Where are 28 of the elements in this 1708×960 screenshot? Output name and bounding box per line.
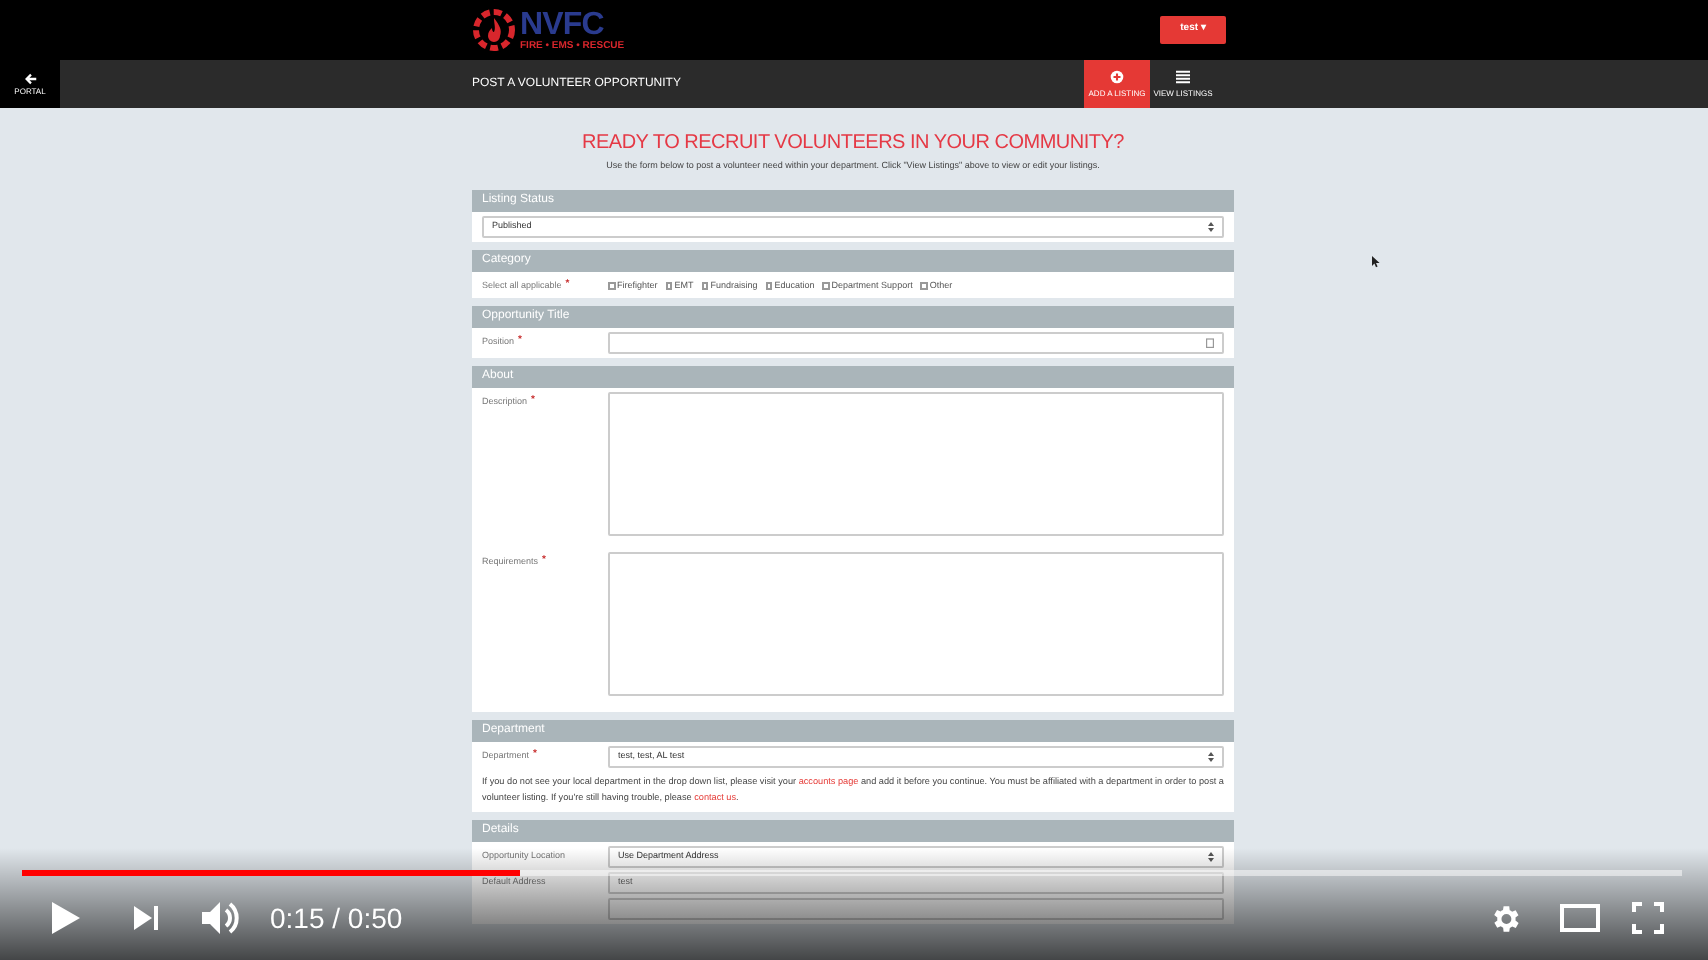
select-arrows-icon <box>1208 751 1214 761</box>
logo-text: NVFC <box>520 9 606 41</box>
play-icon[interactable] <box>52 902 80 934</box>
checkbox[interactable] <box>665 282 673 290</box>
plus-circle-icon <box>1110 69 1124 83</box>
fire-badge-icon <box>472 8 516 52</box>
select-arrows-icon <box>1208 851 1214 861</box>
input-field[interactable] <box>608 331 1224 353</box>
mouse-pointer-icon <box>1372 256 1380 268</box>
textarea-field[interactable] <box>608 391 1224 535</box>
checkbox[interactable] <box>822 282 830 290</box>
progress-track[interactable] <box>22 870 1682 876</box>
form-heading: READY TO RECRUIT VOLUNTEERS IN YOUR COMMUNITY? <box>580 134 1126 154</box>
input-field[interactable] <box>608 897 1224 919</box>
checkbox[interactable] <box>765 282 773 290</box>
checkbox[interactable] <box>701 282 709 290</box>
select-arrows-icon <box>1208 221 1214 232</box>
checkbox[interactable] <box>608 282 615 290</box>
video-time: 0:15 / 0:50 <box>270 899 403 937</box>
fullscreen-icon[interactable] <box>1632 902 1664 934</box>
theater-mode-icon[interactable] <box>1560 904 1600 932</box>
textarea-field[interactable] <box>608 551 1224 695</box>
list-icon <box>1176 69 1190 83</box>
next-icon[interactable] <box>134 906 158 930</box>
volume-icon[interactable] <box>202 900 240 936</box>
clipboard-icon <box>1206 337 1214 347</box>
back-arrow-icon <box>23 71 37 85</box>
checkbox[interactable] <box>920 282 928 290</box>
